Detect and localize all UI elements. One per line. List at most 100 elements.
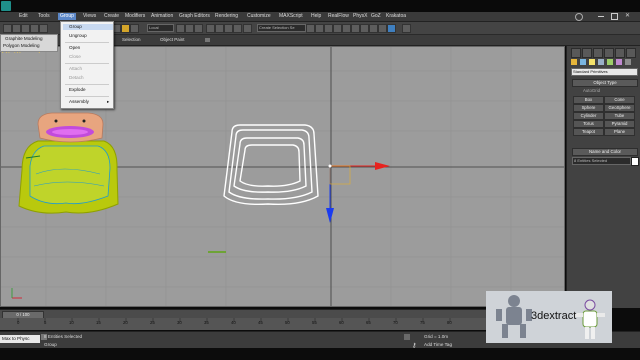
hierarchy-tab-icon[interactable] (593, 48, 603, 58)
torus-button[interactable]: Torus (573, 120, 604, 128)
maximize-icon[interactable] (611, 13, 618, 20)
close-icon[interactable]: ✕ (625, 12, 630, 19)
select-move-icon[interactable] (121, 24, 130, 33)
render-production-icon[interactable] (387, 24, 396, 33)
graphite-toggle-icon[interactable] (333, 24, 342, 33)
bind-space-warp-icon[interactable] (39, 24, 48, 33)
select-link-icon[interactable] (21, 24, 30, 33)
ribbon-options-icon[interactable] (205, 38, 210, 42)
lights-icon[interactable] (589, 59, 595, 65)
geosphere-button[interactable]: GeoSphere (604, 104, 635, 112)
polygon-modeling-item[interactable]: Polygon Modeling (3, 43, 40, 49)
autogrid-checkbox[interactable]: AutoGrid (583, 88, 600, 93)
reference-coordinate-dropdown[interactable]: Local (147, 24, 174, 32)
undo-icon[interactable] (3, 24, 12, 33)
track-bar[interactable] (0, 318, 565, 330)
menu-graph-editors[interactable]: Graph Editors (177, 13, 212, 20)
menu-edit[interactable]: Edit (17, 13, 30, 20)
cone-button[interactable]: Cone (604, 96, 635, 104)
menu-customize[interactable]: Customize (245, 13, 273, 20)
time-slider[interactable]: 0 / 100 (0, 309, 565, 319)
menu-goz[interactable]: GoZ (369, 13, 383, 20)
group-menu-item-open[interactable]: Open (69, 45, 80, 51)
object-color-swatch[interactable] (631, 157, 639, 166)
material-editor-icon[interactable] (360, 24, 369, 33)
render-setup-icon[interactable] (369, 24, 378, 33)
spinner-snap-icon[interactable] (233, 24, 242, 33)
object-name-field[interactable]: 8 Entities Selected (572, 157, 631, 165)
redo-icon[interactable] (12, 24, 21, 33)
graphite-modeling-item[interactable]: Graphite Modeling (5, 36, 43, 42)
cameras-icon[interactable] (598, 59, 604, 65)
menu-realflow[interactable]: RealFlow (326, 13, 351, 20)
group-menu-item-attach[interactable]: Attach (69, 66, 82, 72)
create-tab-icon[interactable] (571, 48, 581, 58)
group-menu-item-ungroup[interactable]: Ungroup (69, 33, 87, 39)
krakatoa-icon[interactable] (402, 24, 411, 33)
menu-divider (65, 42, 109, 43)
curve-editor-icon[interactable] (342, 24, 351, 33)
mirror-icon[interactable] (306, 24, 315, 33)
group-menu-item-assembly[interactable]: Assembly (69, 99, 89, 105)
motion-tab-icon[interactable] (604, 48, 614, 58)
sphere-button[interactable]: Sphere (573, 104, 604, 112)
primitive-category-dropdown[interactable]: Standard Primitives (571, 68, 638, 76)
tab-object-paint[interactable]: Object Paint (158, 36, 187, 43)
menu-krakatoa[interactable]: Krakatoa (384, 13, 408, 20)
name-and-color-rollout[interactable]: Name and Color (572, 148, 638, 156)
add-time-tag[interactable]: Add Time Tag (424, 342, 452, 347)
menu-group[interactable]: Group (58, 13, 76, 20)
menu-rendering[interactable]: Rendering (213, 13, 240, 20)
keyboard-shortcut-icon[interactable] (194, 24, 203, 33)
systems-icon[interactable] (625, 59, 631, 65)
object-type-rollout[interactable]: Object Type (572, 79, 638, 87)
helpers-icon[interactable] (607, 59, 613, 65)
cylinder-button[interactable]: Cylinder (573, 112, 604, 120)
menu-animation[interactable]: Animation (149, 13, 175, 20)
group-menu-item-detach[interactable]: Detach (69, 75, 84, 81)
tube-button[interactable]: Tube (604, 112, 635, 120)
percent-snap-icon[interactable] (224, 24, 233, 33)
space-warps-icon[interactable] (616, 59, 622, 65)
geometry-icon[interactable] (571, 59, 577, 65)
menu-create[interactable]: Create (102, 13, 121, 20)
seat-model-selected[interactable] (18, 112, 119, 214)
edit-named-selection-icon[interactable] (243, 24, 252, 33)
menu-modifiers[interactable]: Modifiers (123, 13, 147, 20)
menu-views[interactable]: Views (81, 13, 98, 20)
named-selection-dropdown[interactable]: Create Selection Se (257, 24, 306, 32)
layer-manager-icon[interactable] (324, 24, 333, 33)
menu-help[interactable]: Help (309, 13, 323, 20)
pivot-center-icon[interactable] (176, 24, 185, 33)
rendered-frame-icon[interactable] (378, 24, 387, 33)
menu-tools[interactable]: Tools (36, 13, 52, 20)
app-logo-icon[interactable] (1, 1, 11, 11)
shapes-icon[interactable] (580, 59, 586, 65)
menu-physx[interactable]: PhysX (351, 13, 369, 20)
box-button[interactable]: Box (573, 96, 604, 104)
select-manipulate-icon[interactable] (185, 24, 194, 33)
utilities-tab-icon[interactable] (626, 48, 636, 58)
move-gizmo[interactable] (326, 162, 390, 223)
select-rotate-icon[interactable] (130, 24, 139, 33)
menu-maxscript[interactable]: MAXScript (277, 13, 305, 20)
help-search-icon[interactable] (575, 13, 583, 21)
align-icon[interactable] (315, 24, 324, 33)
schematic-view-icon[interactable] (351, 24, 360, 33)
maxscript-listener[interactable]: Max to Physc (0, 335, 40, 343)
absolute-mode-icon[interactable] (404, 334, 410, 340)
pyramid-button[interactable]: Pyramid (604, 120, 635, 128)
unlink-icon[interactable] (30, 24, 39, 33)
teapot-button[interactable]: Teapot (573, 128, 604, 136)
display-tab-icon[interactable] (615, 48, 625, 58)
modify-tab-icon[interactable] (582, 48, 592, 58)
seat-wireframe[interactable] (223, 124, 319, 206)
plane-button[interactable]: Plane (604, 128, 635, 136)
group-menu-item-explode[interactable]: Explode (69, 87, 86, 93)
angle-snap-icon[interactable] (215, 24, 224, 33)
tab-selection[interactable]: Selection (120, 36, 143, 43)
group-menu-item-group[interactable]: Group (63, 24, 113, 30)
group-menu-item-close[interactable]: Close (69, 54, 81, 60)
minimize-icon[interactable] (598, 16, 604, 17)
snaps-toggle-icon[interactable] (206, 24, 215, 33)
